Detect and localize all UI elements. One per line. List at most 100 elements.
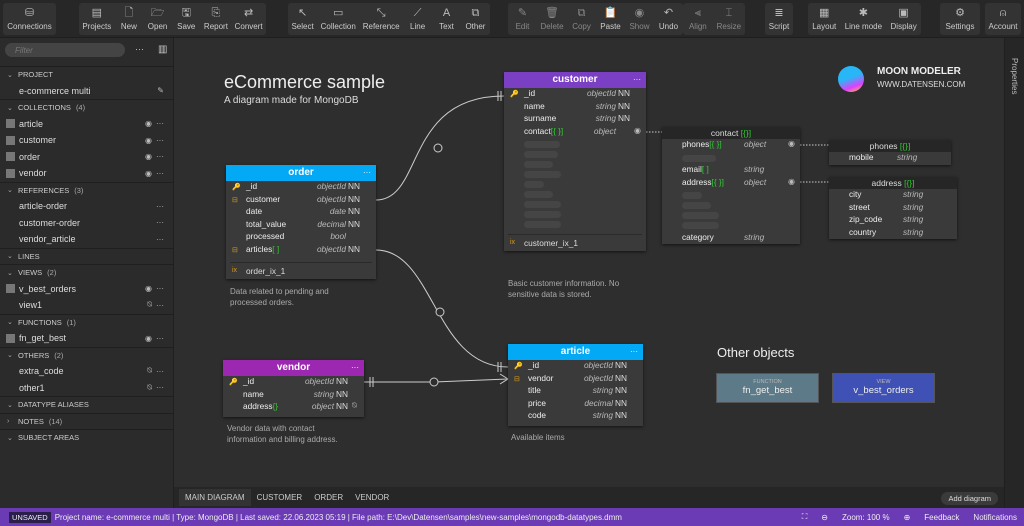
field-row[interactable]: ⊟ articles[ ] objectId NN — [226, 244, 376, 257]
fullscreen-icon[interactable]: ⛶ — [802, 512, 808, 522]
reference-button[interactable]: ⤡ Reference — [360, 3, 403, 35]
eye-icon[interactable]: ◉ — [145, 119, 152, 128]
open-button[interactable]: 🗁 Open — [144, 3, 172, 35]
section-datatype-aliases[interactable]: ⌄ DATATYPE ALIASES — [0, 396, 174, 413]
eye-hidden-icon[interactable]: ⍉ — [147, 383, 152, 393]
section-lines[interactable]: ⌄ LINES — [0, 247, 174, 265]
more-icon[interactable]: ··· — [156, 367, 164, 376]
entity-header[interactable]: phones [{}] — [829, 140, 951, 152]
more-icon[interactable]: ··· — [156, 136, 164, 145]
edit-icon[interactable]: ✎ — [157, 86, 164, 95]
more-icon[interactable]: ··· — [156, 169, 164, 178]
eye-icon[interactable]: ◉ — [145, 284, 152, 293]
entity-vendor[interactable]: vendor ··· 🔑 _id objectId NN name string NN addre… — [223, 360, 364, 417]
filter-input[interactable] — [5, 43, 125, 57]
copy-button[interactable]: ⧉ Copy — [568, 3, 596, 35]
eye-icon[interactable]: ◉ — [145, 152, 152, 161]
projects-button[interactable]: ▤ Projects — [79, 3, 114, 35]
field-row[interactable]: ⊟ vendor objectId NN — [508, 373, 643, 386]
field-row[interactable]: title string NN — [508, 385, 643, 398]
field-row[interactable]: address[{ }] object ◉ — [662, 177, 800, 190]
field-row[interactable]: name string NN — [504, 101, 646, 114]
visibility-checkbox[interactable] — [6, 333, 15, 343]
panel-toggle-icon[interactable]: ▥ — [158, 44, 167, 55]
tree-item-article-order[interactable]: article-order ··· — [0, 198, 174, 215]
properties-panel-toggle[interactable]: Properties — [1010, 58, 1019, 94]
visibility-checkbox[interactable] — [6, 135, 15, 145]
field-row[interactable]: category string — [662, 232, 800, 245]
field-row[interactable]: code string NN — [508, 410, 643, 423]
field-row[interactable]: ⊟ customer objectId NN — [226, 194, 376, 207]
section-subject-areas[interactable]: ⌄ SUBJECT AREAS — [0, 429, 174, 446]
entity-menu-icon[interactable]: ··· — [363, 165, 371, 181]
tab-order[interactable]: ORDER — [308, 489, 349, 506]
field-row[interactable]: date date NN — [226, 206, 376, 219]
tree-item-other1[interactable]: other1 ⍉ ··· — [0, 380, 174, 397]
field-row[interactable]: 🔑 _id objectId NN — [504, 88, 646, 101]
notifications-link[interactable]: Notifications — [973, 513, 1017, 522]
entity-header[interactable]: order ··· — [226, 165, 376, 181]
new-button[interactable]: 🗋 New — [115, 3, 143, 35]
tree-item-article[interactable]: article ◉ ··· — [0, 116, 174, 133]
script-button[interactable]: ≣ Script — [765, 3, 793, 35]
entity-menu-icon[interactable]: ··· — [633, 72, 641, 88]
more-icon[interactable]: ··· — [156, 119, 164, 128]
convert-button[interactable]: ⇄ Convert — [232, 3, 266, 35]
paste-button[interactable]: 📋 Paste — [597, 3, 625, 35]
field-row[interactable]: 🔑 _id objectId NN — [223, 376, 364, 389]
tree-item-extra_code[interactable]: extra_code ⍉ ··· — [0, 363, 174, 380]
right-panel[interactable]: Properties — [1004, 38, 1024, 508]
eye-icon[interactable]: ◉ — [634, 126, 641, 135]
tree-item-e-commerce multi[interactable]: e-commerce multi ✎ — [0, 83, 174, 100]
tree-item-vendor_article[interactable]: vendor_article ··· — [0, 231, 174, 248]
feedback-link[interactable]: Feedback — [924, 513, 959, 522]
report-button[interactable]: ⎘ Report — [201, 3, 231, 35]
more-icon[interactable]: ··· — [156, 235, 164, 244]
more-icon[interactable]: ··· — [156, 334, 164, 343]
tab-main-diagram[interactable]: MAIN DIAGRAM — [179, 489, 251, 506]
save-button[interactable]: 🖫 Save — [172, 3, 200, 35]
eye-hidden-icon[interactable]: ⍉ — [147, 366, 152, 376]
visibility-checkbox[interactable] — [6, 168, 15, 178]
entity-phones[interactable]: phones [{}] mobile string — [829, 140, 951, 165]
section-notes[interactable]: › NOTES (14) — [0, 412, 174, 430]
edit-button[interactable]: ✎ Edit — [508, 3, 536, 35]
field-row[interactable]: city string — [829, 189, 957, 202]
field-row[interactable]: processed bool — [226, 231, 376, 244]
eye-hidden-icon[interactable]: ⍉ — [147, 300, 152, 310]
field-row[interactable]: surname string NN — [504, 113, 646, 126]
entity-customer[interactable]: customer ··· 🔑 _id objectId NN name string NN sur… — [504, 72, 646, 251]
layout-button[interactable]: ▦ Layout — [809, 3, 839, 35]
index-row[interactable]: ix order_ix_1 — [230, 262, 372, 279]
field-row[interactable]: mobile string — [829, 152, 951, 165]
visibility-checkbox[interactable] — [6, 119, 15, 129]
settings-button[interactable]: ⚙ Settings — [943, 3, 978, 35]
field-row[interactable]: total_value decimal NN — [226, 219, 376, 232]
section-references[interactable]: ⌄ REFERENCES (3) — [0, 181, 174, 199]
undo-button[interactable]: ↶ Undo — [654, 3, 682, 35]
more-icon[interactable]: ··· — [156, 301, 164, 310]
tree-item-view1[interactable]: view1 ⍉ ··· — [0, 297, 174, 314]
align-button[interactable]: ⫷ Align — [684, 3, 712, 35]
connections-button[interactable]: ⛁ Connections — [4, 3, 54, 35]
display-button[interactable]: ▣ Display — [888, 3, 920, 35]
field-row[interactable]: address{} object NN ⍉ — [223, 401, 364, 414]
eye-icon[interactable]: ◉ — [145, 169, 152, 178]
entity-menu-icon[interactable]: ··· — [630, 344, 638, 360]
eye-icon[interactable]: ◉ — [788, 177, 795, 186]
resize-button[interactable]: ⌶ Resize — [714, 3, 744, 35]
field-row[interactable]: contact[{ }] object ◉ — [504, 126, 646, 139]
entity-header[interactable]: contact [{}] — [662, 127, 800, 139]
entity-header[interactable]: vendor ··· — [223, 360, 364, 376]
visibility-checkbox[interactable] — [6, 284, 15, 294]
section-views[interactable]: ⌄ VIEWS (2) — [0, 264, 174, 281]
field-row[interactable]: price decimal NN — [508, 398, 643, 411]
tree-item-order[interactable]: order ◉ ··· — [0, 149, 174, 166]
index-row[interactable]: ix customer_ix_1 — [508, 234, 642, 251]
entity-header[interactable]: customer ··· — [504, 72, 646, 88]
more-icon[interactable]: ··· — [156, 218, 164, 227]
line-mode-button[interactable]: ✱ Line mode — [842, 3, 885, 35]
section-collections[interactable]: ⌄ COLLECTIONS (4) — [0, 99, 174, 116]
eye-icon[interactable]: ◉ — [788, 139, 795, 148]
account-button[interactable]: ⍝ Account — [986, 3, 1021, 35]
